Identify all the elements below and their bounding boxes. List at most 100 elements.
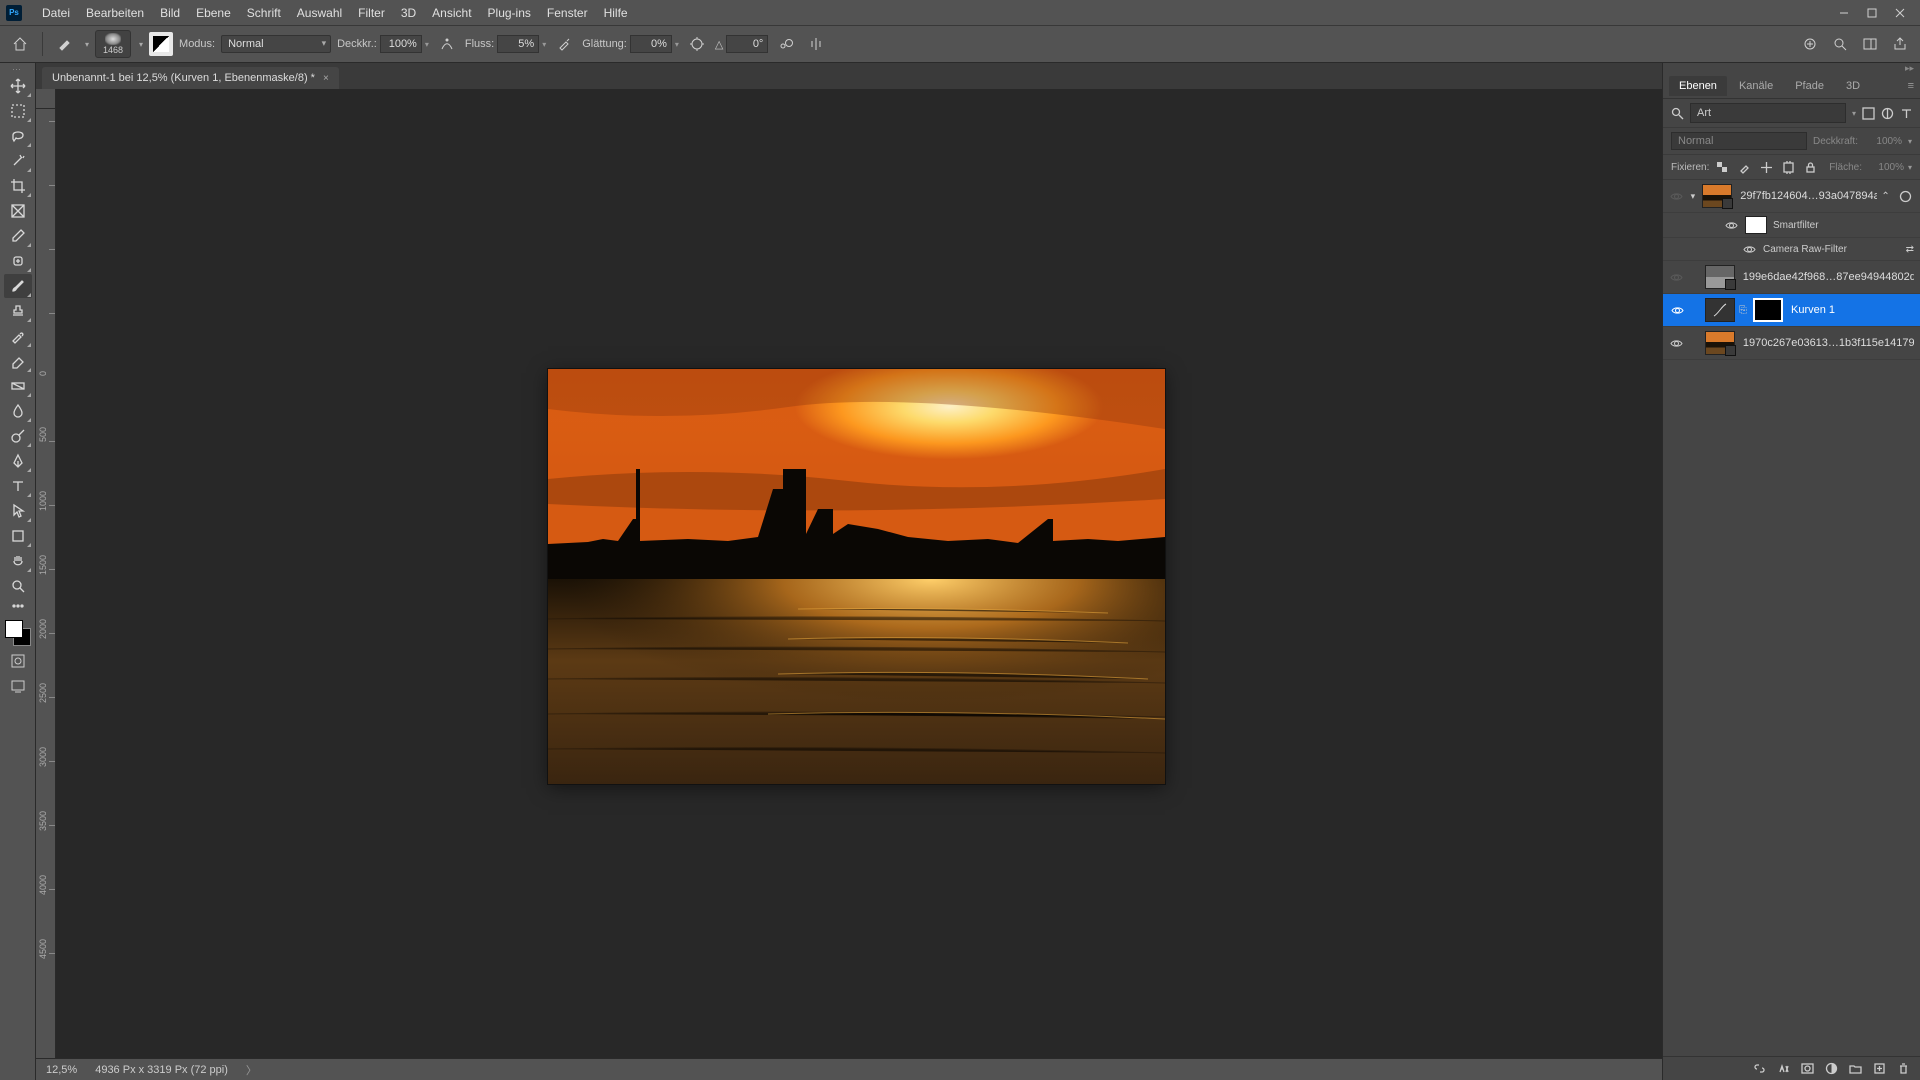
tab-kanaele[interactable]: Kanäle [1729, 76, 1783, 96]
new-layer-icon[interactable] [1870, 1060, 1888, 1078]
opacity-dropdown-panel[interactable]: ▾ [1908, 137, 1912, 146]
smoothing-options-icon[interactable] [685, 32, 709, 56]
eyedropper-tool[interactable] [4, 224, 32, 248]
menu-filter[interactable]: Filter [350, 6, 393, 20]
layer-filter-dropdown[interactable]: ▾ [1852, 109, 1856, 118]
menu-plugins[interactable]: Plug-ins [480, 6, 539, 20]
pressure-size-icon[interactable] [774, 32, 798, 56]
flow-dropdown[interactable]: ▾ [542, 40, 546, 49]
layer-row[interactable]: ⎘ Kurven 1 [1663, 294, 1920, 327]
hand-tool[interactable] [4, 549, 32, 573]
blend-mode-select-panel[interactable]: Normal [1671, 132, 1807, 150]
crop-tool[interactable] [4, 174, 32, 198]
panel-menu-icon[interactable]: ≡ [1908, 80, 1914, 92]
filter-type-icon[interactable] [1900, 104, 1913, 122]
adjustment-layer-icon[interactable] [1822, 1060, 1840, 1078]
pen-tool[interactable] [4, 449, 32, 473]
blend-mode-select[interactable]: Normal [221, 35, 331, 53]
frame-tool[interactable] [4, 199, 32, 223]
layer-fx-icon[interactable] [1774, 1060, 1792, 1078]
layer-row[interactable]: ▾ 29f7fb124604…93a047894a38 ⌃ [1663, 180, 1920, 213]
window-minimize-button[interactable] [1830, 4, 1858, 22]
tool-preset-icon[interactable] [53, 32, 77, 56]
opacity-value-panel[interactable]: 100% [1864, 136, 1902, 147]
lock-transparency-icon[interactable] [1713, 158, 1731, 176]
layer-name[interactable]: 1970c267e03613…1b3f115e14179 [1743, 337, 1914, 349]
filter-blend-icon[interactable]: ⇄ [1906, 244, 1914, 255]
tab-ebenen[interactable]: Ebenen [1669, 76, 1727, 96]
brush-dropdown[interactable]: ▾ [139, 40, 143, 49]
link-icon[interactable]: ⎘ [1739, 305, 1749, 316]
group-icon[interactable] [1846, 1060, 1864, 1078]
tab-pfade[interactable]: Pfade [1785, 76, 1834, 96]
marquee-tool[interactable] [4, 99, 32, 123]
status-docinfo[interactable]: 4936 Px x 3319 Px (72 ppi) [95, 1064, 228, 1076]
flow-input[interactable] [497, 35, 539, 53]
screenmode-icon[interactable] [6, 676, 30, 696]
lock-pixels-icon[interactable] [1735, 158, 1753, 176]
color-swatches[interactable] [5, 620, 31, 646]
menu-schrift[interactable]: Schrift [239, 6, 289, 20]
menu-3d[interactable]: 3D [393, 6, 424, 20]
filter-pixel-icon[interactable] [1862, 104, 1875, 122]
visibility-toggle[interactable] [1723, 217, 1739, 233]
layer-row[interactable]: 1970c267e03613…1b3f115e14179 [1663, 327, 1920, 360]
tab-3d[interactable]: 3D [1836, 76, 1870, 96]
brush-tool[interactable] [4, 274, 32, 298]
angle-input[interactable] [726, 35, 768, 53]
layer-filter-input[interactable] [1690, 103, 1846, 123]
smoothing-input[interactable] [630, 35, 672, 53]
filter-collapse-icon[interactable]: ⌃ [1881, 191, 1893, 202]
opacity-input[interactable] [380, 35, 422, 53]
visibility-toggle[interactable] [1669, 269, 1685, 285]
visibility-toggle[interactable] [1669, 302, 1685, 318]
move-tool[interactable] [4, 74, 32, 98]
layer-thumbnail[interactable] [1705, 265, 1735, 289]
layer-name[interactable]: 199e6dae42f968…87ee94944802d [1743, 271, 1914, 283]
status-menu-icon[interactable]: 〉 [246, 1062, 257, 1078]
search-icon[interactable] [1828, 32, 1852, 56]
menu-bearbeiten[interactable]: Bearbeiten [78, 6, 152, 20]
ruler-vertical[interactable]: 050010001500200025003000350040004500 [36, 109, 56, 1058]
link-layers-icon[interactable] [1750, 1060, 1768, 1078]
menu-ansicht[interactable]: Ansicht [424, 6, 479, 20]
share-export-icon[interactable] [1888, 32, 1912, 56]
filter-mask-thumbnail[interactable] [1745, 216, 1767, 234]
expand-toggle[interactable]: ▾ [1687, 191, 1698, 202]
toolbox-handle[interactable]: ⋯ [4, 65, 32, 73]
layer-row[interactable]: 199e6dae42f968…87ee94944802d [1663, 261, 1920, 294]
document-tab[interactable]: Unbenannt-1 bei 12,5% (Kurven 1, Ebenenm… [42, 67, 339, 89]
filter-adjust-icon[interactable] [1881, 104, 1894, 122]
history-brush-tool[interactable] [4, 324, 32, 348]
fill-value[interactable]: 100% [1866, 162, 1904, 173]
layer-mask-icon[interactable] [1798, 1060, 1816, 1078]
gradient-tool[interactable] [4, 374, 32, 398]
magic-wand-tool[interactable] [4, 149, 32, 173]
symmetry-icon[interactable] [804, 32, 828, 56]
home-icon[interactable] [8, 32, 32, 56]
layer-thumbnail[interactable] [1705, 331, 1735, 355]
lock-artboard-icon[interactable] [1779, 158, 1797, 176]
menu-auswahl[interactable]: Auswahl [289, 6, 350, 20]
dodge-tool[interactable] [4, 424, 32, 448]
smart-filters-row[interactable]: Smartfilter [1663, 213, 1920, 238]
ruler-origin[interactable] [36, 89, 56, 109]
status-zoom[interactable]: 12,5% [46, 1064, 77, 1076]
menu-hilfe[interactable]: Hilfe [596, 6, 636, 20]
quick-share-icon[interactable] [1798, 32, 1822, 56]
brush-preview[interactable]: 1468 [95, 30, 131, 58]
workspace-icon[interactable] [1858, 32, 1882, 56]
fill-dropdown[interactable]: ▾ [1908, 163, 1912, 172]
close-tab-icon[interactable]: × [323, 73, 329, 84]
healing-tool[interactable] [4, 249, 32, 273]
quickmask-icon[interactable] [6, 651, 30, 671]
eraser-tool[interactable] [4, 349, 32, 373]
layer-name[interactable]: 29f7fb124604…93a047894a38 [1740, 190, 1877, 202]
airbrush-icon[interactable] [552, 32, 576, 56]
visibility-toggle[interactable] [1669, 188, 1683, 204]
delete-layer-icon[interactable] [1894, 1060, 1912, 1078]
mask-thumbnail[interactable] [1753, 298, 1783, 322]
pressure-opacity-icon[interactable] [435, 32, 459, 56]
canvas[interactable] [56, 109, 1662, 1058]
menu-datei[interactable]: Datei [34, 6, 78, 20]
